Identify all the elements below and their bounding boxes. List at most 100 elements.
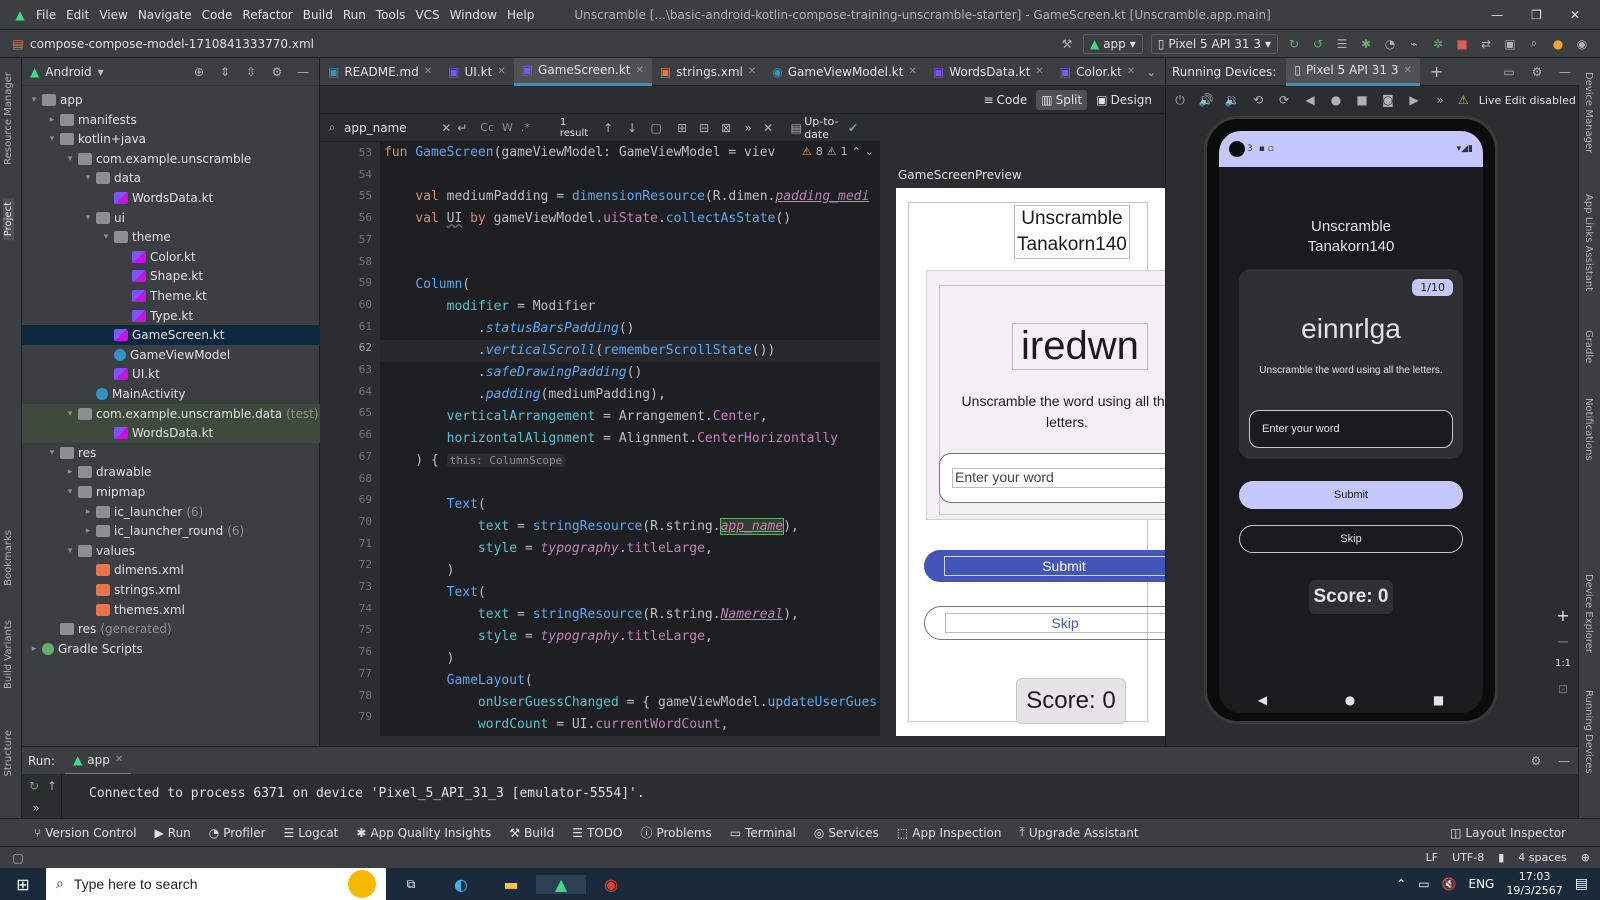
preview-input[interactable]: Enter your word — [939, 453, 1165, 503]
panel-toggle-icon[interactable]: ▢ — [10, 850, 26, 866]
volume-up-icon[interactable]: 🔊 — [1198, 92, 1214, 108]
hide-panel-icon[interactable]: — — [1557, 64, 1573, 80]
breadcrumb-file[interactable]: compose-compose-model-1710841333770.xml — [30, 37, 314, 51]
chrome-icon[interactable]: ◉ — [586, 875, 636, 894]
tree-item[interactable]: GameViewModel — [22, 345, 320, 365]
select-all-icon[interactable]: ▢ — [648, 120, 664, 136]
readonly-icon[interactable]: ▮ — [1498, 851, 1504, 864]
phone-screen[interactable]: 3 ▪ ▫ ▾◢▮ Unscramble Tanakorn140 1/10 ei… — [1219, 131, 1483, 713]
preview-submit-button[interactable]: Submit — [924, 550, 1165, 582]
running-devices-tab[interactable]: Running Devices — [1583, 690, 1594, 774]
project-view-select[interactable]: Android — [45, 65, 91, 79]
back-icon[interactable]: ◀ — [1302, 92, 1318, 108]
search-icon[interactable]: ⌕ — [1526, 36, 1542, 52]
tree-item[interactable]: MainActivity — [22, 384, 320, 404]
tool-window-version-control[interactable]: ⑂ Version Control — [34, 826, 137, 840]
tool-window-app-inspection[interactable]: ⬚ App Inspection — [897, 826, 1002, 840]
stop-icon[interactable]: ■ — [1454, 36, 1470, 52]
close-tab-icon[interactable]: ✕ — [908, 66, 916, 77]
arrow-up-icon[interactable]: ↑ — [600, 120, 616, 136]
inspection-widget[interactable]: ⚠ 8 ⚠ 1 ⌃ ⌄ — [801, 145, 874, 158]
menu-view[interactable]: View — [99, 8, 127, 22]
chevron-down-icon[interactable]: ▾ — [64, 546, 76, 556]
tree-item[interactable]: ▸ manifests — [22, 110, 320, 130]
chevron-right-icon[interactable]: ▸ — [82, 526, 94, 536]
tool-window-profiler[interactable]: ◔ Profiler — [209, 826, 266, 840]
menu-run[interactable]: Run — [343, 8, 366, 22]
tree-item[interactable]: ▾ theme — [22, 227, 320, 247]
chevron-right-icon[interactable]: ▸ — [46, 115, 58, 125]
more-icon[interactable]: » — [1432, 92, 1448, 108]
device-manager-tab[interactable]: Device Manager — [1583, 72, 1594, 153]
chevron-down-icon[interactable]: ▾ — [64, 154, 76, 164]
phone-submit-button[interactable]: Submit — [1239, 481, 1463, 509]
close-tab-icon[interactable]: ✕ — [748, 66, 756, 77]
bookmarks-tab[interactable]: Bookmarks — [3, 530, 14, 586]
hide-panel-icon[interactable]: — — [1556, 753, 1572, 769]
code-mode-button[interactable]: ≡ Code — [978, 90, 1032, 110]
app-links-assistant-tab[interactable]: App Links Assistant — [1583, 194, 1594, 291]
tree-item[interactable]: Type.kt — [22, 306, 320, 326]
editor-tab[interactable]: ▣ WordsData.kt ✕ — [925, 58, 1052, 86]
tree-item[interactable]: ▸ ic_launcher_round (6) — [22, 521, 320, 541]
tree-item[interactable]: ▾ ui — [22, 208, 320, 228]
tree-item[interactable]: ▾ com.example.unscramble — [22, 149, 320, 169]
layout-inspector-button[interactable]: ◫ Layout Inspector — [1450, 826, 1566, 840]
run-config-tab[interactable]: ▲ app ✕ — [65, 747, 132, 775]
preview-skip-button[interactable]: Skip — [924, 606, 1165, 640]
chevron-down-icon[interactable]: ▾ — [64, 487, 76, 497]
regex-toggle[interactable]: .* — [521, 121, 530, 134]
chevron-down-icon[interactable]: ▾ — [28, 95, 40, 105]
input-language[interactable]: ENG — [1469, 877, 1495, 891]
tool-window-services[interactable]: ◎ Services — [814, 826, 879, 840]
hide-panel-icon[interactable]: — — [295, 64, 311, 80]
add-selection-icon[interactable]: ⊞ — [674, 120, 690, 136]
minimize-icon[interactable]: — — [1491, 8, 1503, 22]
editor-tab[interactable]: ▣ README.md ✕ — [320, 58, 440, 86]
account-icon[interactable]: ◉ — [1574, 36, 1590, 52]
collapse-all-icon[interactable]: ⇳ — [243, 64, 259, 80]
menu-window[interactable]: Window — [450, 8, 497, 22]
editor-tab[interactable]: ▣ Color.kt ✕ — [1052, 58, 1143, 86]
menu-build[interactable]: Build — [303, 8, 333, 22]
home-icon[interactable]: ● — [1328, 92, 1344, 108]
remove-selection-icon[interactable]: ⊟ — [696, 120, 712, 136]
layout-icon[interactable]: ▭ — [1501, 64, 1517, 80]
tool-window-todo[interactable]: ☰ TODO — [572, 826, 622, 840]
attach-icon[interactable]: ⌁ — [1406, 36, 1422, 52]
phone-skip-button[interactable]: Skip — [1239, 525, 1463, 553]
split-mode-button[interactable]: ▥ Split — [1036, 89, 1088, 110]
chevron-down-icon[interactable]: ▾ — [98, 65, 104, 79]
tree-item[interactable]: themes.xml — [22, 600, 320, 620]
android-studio-taskbar-icon[interactable]: ▲ — [536, 874, 586, 894]
task-view-icon[interactable]: ⧉ — [386, 877, 436, 892]
tree-item[interactable]: ▾ res — [22, 443, 320, 463]
file-encoding[interactable]: UTF-8 — [1452, 851, 1484, 864]
overview-icon[interactable]: ■ — [1354, 92, 1370, 108]
expand-all-icon[interactable]: ⇕ — [217, 64, 233, 80]
menu-edit[interactable]: Edit — [66, 8, 89, 22]
menu-navigate[interactable]: Navigate — [138, 8, 192, 22]
find-input[interactable]: app_name — [344, 121, 438, 135]
tree-item[interactable]: Color.kt — [22, 247, 320, 267]
select-occurrences-icon[interactable]: ⊠ — [718, 120, 734, 136]
tree-item[interactable]: ▸ drawable — [22, 462, 320, 482]
zoom-fit-icon[interactable]: ⊡ — [1551, 682, 1575, 696]
hammer-icon[interactable]: ⚒ — [1059, 36, 1075, 52]
tool-window-upgrade-assistant[interactable]: ⤒ Upgrade Assistant — [1020, 825, 1139, 840]
taskbar-clock[interactable]: 17:03 19/3/2567 — [1506, 870, 1562, 898]
close-find-icon[interactable]: ✕ — [760, 120, 776, 136]
chevron-up-icon[interactable]: ⌃ — [852, 145, 861, 158]
close-tab-icon[interactable]: ✕ — [1127, 66, 1135, 77]
code-editor[interactable]: fun GameScreen(gameViewModel: GameViewMo… — [380, 142, 880, 736]
tree-item[interactable]: ▾ app — [22, 90, 320, 110]
screenshot-icon[interactable]: ◙ — [1380, 92, 1396, 108]
editor-tab[interactable]: ◉ GameViewModel.kt ✕ — [764, 58, 925, 86]
design-mode-button[interactable]: ▣ Design — [1091, 90, 1157, 110]
match-case-toggle[interactable]: Cc — [480, 121, 494, 134]
menu-refactor[interactable]: Refactor — [242, 8, 292, 22]
chevron-down-icon[interactable]: ▾ — [100, 232, 112, 242]
tool-window-app-quality-insights[interactable]: ✱ App Quality Insights — [356, 826, 491, 840]
more-icon[interactable]: » — [28, 800, 44, 816]
structure-tab[interactable]: Structure — [3, 730, 14, 777]
